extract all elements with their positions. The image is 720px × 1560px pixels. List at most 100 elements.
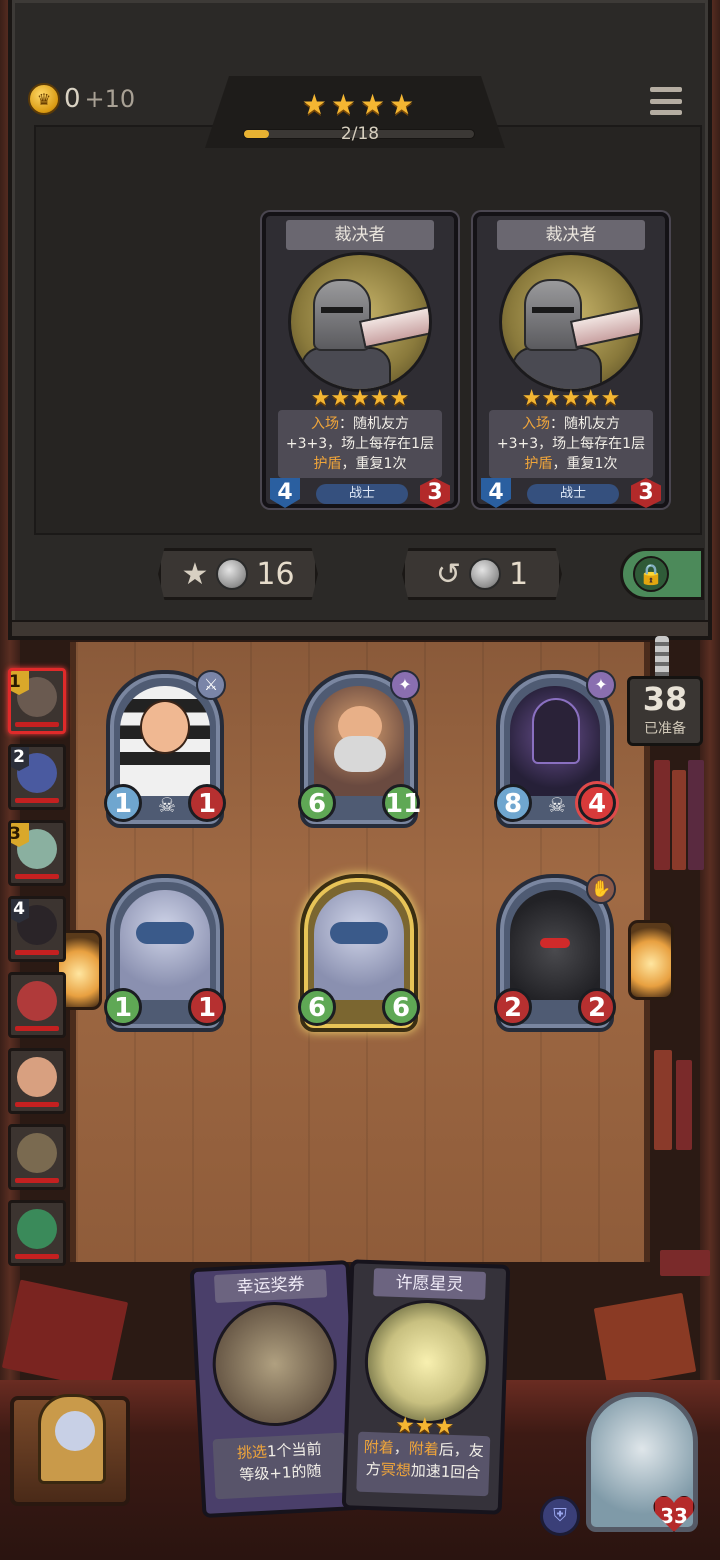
upgrade-tier-button[interactable]: ★ 16 [158,548,318,600]
card-text-line: ，重复1次 [341,456,407,472]
shop-card[interactable]: 裁决者 ★★★★★ 入场：随机友方 +3+3，场上每存在1层 护盾，重复1次 4… [262,212,458,508]
shelf-book [654,760,670,870]
star-icon: ✦ [586,670,616,700]
card-name: 裁决者 [497,220,645,250]
keyword-discover: 挑选 [236,1442,268,1463]
ghoul-goggles [330,922,388,944]
board-minion[interactable]: ✋ 2 2 [494,874,616,1032]
opponent-slot[interactable]: 4 [8,896,66,962]
menu-bar [650,87,682,92]
lock-shop-button[interactable]: 🔒 [620,548,704,600]
hand-card-text-sep: ， [393,1438,410,1458]
minion-attack: 1 [104,784,142,822]
minion-attack: 2 [494,988,532,1026]
opponent-health-bar [15,950,59,955]
board-minion[interactable]: ⚔ 1 ☠ 1 [104,670,226,828]
hand-card-text-line: 1个当前 [266,1439,322,1461]
card-tier-stars: ★★★★★ [521,386,621,411]
chain-decor [655,636,669,680]
minion-health: 4 [578,784,616,822]
card-text-line: ：随机友方 [339,416,409,432]
card-text-line: ，重复1次 [552,456,618,472]
card-health: 3 [420,478,450,508]
hand-card[interactable]: 幸运奖券 挑选1个当前 等级+1的随 [189,1259,363,1519]
card-attack: 4 [481,478,511,508]
keyword-shield: 护盾 [313,456,342,472]
keyword-attach: 附着 [363,1437,395,1457]
card-description: 入场：随机友方 +3+3，场上每存在1层 护盾，重复1次 [489,410,653,478]
silver-coin-icon [216,558,249,590]
opponent-slot[interactable]: 3 [8,820,66,886]
silver-coin-icon [469,558,502,590]
keyword-battlecry: 入场 [522,416,550,432]
minion-art-reaper [510,686,600,796]
ready-count: 38 [642,680,688,718]
board-minion[interactable]: ✦ 6 11 [298,670,421,828]
minion-art-ghoul [314,890,404,1000]
card-name: 裁决者 [286,220,434,250]
minion-health: 11 [382,784,421,822]
tier-progress-text: 2/18 [340,124,380,144]
opponent-slot[interactable] [8,1124,66,1190]
menu-bar [650,110,682,115]
board-minion[interactable]: 1 1 [104,874,226,1032]
hand-card-text-line: 加速1回合 [410,1461,481,1482]
shop-card[interactable]: 裁决者 ★★★★★ 入场：随机友方 +3+3，场上每存在1层 护盾，重复1次 4… [473,212,669,508]
opponent-slot[interactable] [8,972,66,1038]
hand-card[interactable]: 许愿星灵 ★★★ 附着，附着后，友 方冥想加速1回合 [341,1259,511,1515]
lock-icon: 🔒 [633,556,669,592]
hero-power-portrait [55,1411,95,1451]
deathrattle-skull-icon: ☠ [158,793,176,817]
opponent-slot[interactable]: 1 [8,668,66,734]
reaper-hood [532,698,580,764]
board-minion-golden[interactable]: 6 6 [298,874,420,1032]
card-health: 3 [631,478,661,508]
opponent-slot[interactable] [8,1200,66,1266]
hand-card-description: 挑选1个当前 等级+1的随 [212,1432,348,1500]
minion-health: 1 [188,988,226,1026]
refresh-cost: 1 [509,556,529,592]
hand-card-art-trophy [209,1298,340,1430]
deathrattle-skull-icon: ☠ [548,793,566,817]
opponent-health-bar [15,798,59,803]
opponent-slot[interactable]: 2 [8,744,66,810]
armor-shield-icon: ⛨ [540,1496,580,1536]
shop-panel-edge [12,620,708,636]
opponent-rank: 1 [11,671,29,695]
shelf-book [672,770,686,870]
opponent-avatar [17,1209,57,1249]
opponent-health-bar [15,1178,59,1183]
minion-health: 6 [382,988,420,1026]
bat-eyes [540,938,570,948]
shelf-book [654,1050,672,1150]
hand-card-name: 许愿星灵 [373,1268,487,1301]
opponent-health-bar [15,1254,59,1259]
keyword-meditate: 冥想 [380,1460,412,1480]
lantern-icon [628,920,674,1000]
hand-card-text-line: 方 [365,1459,382,1479]
claw-icon: ✋ [586,874,616,904]
star-upgrade-icon: ★ [181,556,209,592]
opponent-health-bar [15,1026,59,1031]
knight-visor [321,307,363,313]
minion-health: 2 [578,988,616,1026]
shelf-book [660,1250,710,1276]
keyword-attach: 附着 [408,1439,440,1459]
sword-icon: ⚔ [196,670,226,700]
pirate-face [140,700,190,754]
refresh-icon: ↺ [435,556,462,592]
hero-power-button[interactable] [38,1394,106,1484]
upgrade-cost: 16 [256,556,295,592]
shelf-book [688,760,704,870]
ready-counter: 38 已准备 [627,676,703,746]
board-minion[interactable]: ✦ 8 ☠ 4 [494,670,616,828]
menu-button[interactable] [648,84,684,118]
refresh-shop-button[interactable]: ↺ 1 [402,548,562,600]
minion-attack: 1 [104,988,142,1026]
card-text-line: +3+3，场上每存在1层 [496,436,646,452]
opponent-slot[interactable] [8,1048,66,1114]
hand-card-description: 附着，附着后，友 方冥想加速1回合 [356,1431,491,1497]
shelf-book [676,1060,692,1150]
minion-art-pirate [120,686,210,796]
minion-art-dwarf [314,686,404,796]
